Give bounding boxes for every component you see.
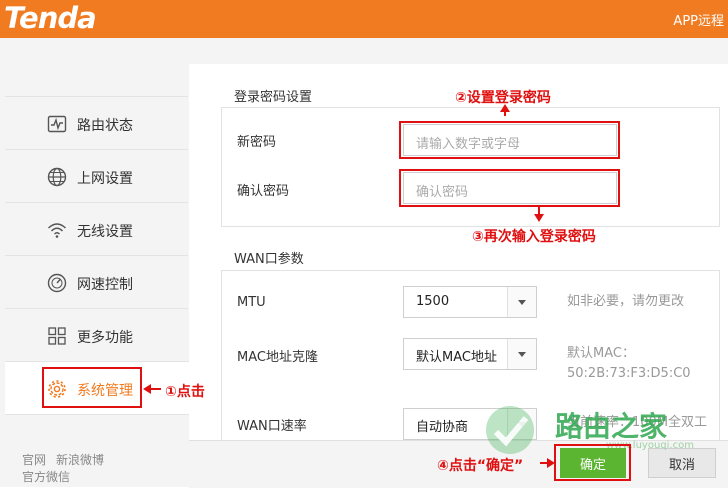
- highlight-confirm-button: [554, 444, 631, 481]
- dropdown-arrow-icon: [507, 339, 536, 369]
- globe-icon: [47, 167, 67, 187]
- dropdown-arrow-icon: [507, 287, 536, 317]
- wan-speed-label: WAN口速率: [237, 419, 307, 434]
- official-site-link[interactable]: 官网: [22, 453, 46, 467]
- annotation-step3: ③再次输入登录密码: [472, 229, 596, 245]
- speedometer-icon: [47, 273, 67, 293]
- mtu-label: MTU: [237, 295, 266, 310]
- mac-clone-label: MAC地址克隆: [237, 350, 318, 365]
- sidebar-item-label: 更多功能: [77, 330, 133, 346]
- mtu-select[interactable]: 1500: [403, 286, 537, 318]
- sidebar-item-wireless[interactable]: 无线设置: [5, 202, 188, 255]
- wifi-icon: [47, 223, 67, 238]
- login-password-section-title: 登录密码设置: [234, 90, 313, 105]
- dropdown-arrow-icon: [507, 409, 536, 439]
- sidebar-footer-links: 官网 新浪微博 官方微信: [22, 452, 114, 486]
- sidebar-item-label: 路由状态: [77, 118, 133, 134]
- sidebar-item-router-status[interactable]: 路由状态: [5, 96, 188, 149]
- default-mac-prefix: 默认MAC：: [567, 346, 635, 361]
- grid-icon: [48, 327, 66, 345]
- sidebar-item-label: 上网设置: [77, 171, 133, 187]
- pulse-monitor-icon: [47, 115, 67, 133]
- cancel-button[interactable]: 取消: [648, 448, 716, 478]
- highlight-new-password: [399, 121, 620, 159]
- annotation-step2: ②设置登录密码: [455, 90, 551, 106]
- app-remote-link[interactable]: APP远程: [673, 10, 724, 29]
- mac-clone-value: 默认MAC地址: [416, 350, 497, 365]
- sidebar-item-label: 网速控制: [77, 277, 133, 293]
- default-mac-value: 50:2B:73:F3:D5:C0: [567, 366, 691, 381]
- wechat-link[interactable]: 官方微信: [22, 470, 70, 484]
- watermark-text: 路由之家: [555, 410, 668, 443]
- sidebar-item-more-features[interactable]: 更多功能: [5, 308, 188, 361]
- mac-clone-select[interactable]: 默认MAC地址: [403, 338, 537, 370]
- confirm-password-label: 确认密码: [237, 184, 290, 199]
- mtu-hint: 如非必要，请勿更改: [567, 294, 685, 309]
- wan-speed-select[interactable]: 自动协商: [403, 408, 537, 440]
- weibo-link[interactable]: 新浪微博: [56, 453, 104, 467]
- wan-section-title: WAN口参数: [234, 252, 304, 267]
- new-password-label: 新密码: [237, 135, 277, 150]
- sidebar-item-speed-control[interactable]: 网速控制: [5, 255, 188, 308]
- highlight-system-management: [42, 367, 142, 408]
- annotation-step4: ④点击“确定”: [437, 458, 524, 474]
- sidebar-item-label: 无线设置: [77, 224, 133, 240]
- top-bar: Tenda APP远程: [0, 0, 728, 38]
- tenda-logo: Tenda: [4, 1, 97, 35]
- highlight-confirm-password: [399, 169, 620, 207]
- annotation-step1: ①点击: [165, 384, 205, 400]
- mtu-value: 1500: [416, 294, 450, 309]
- wan-speed-value: 自动协商: [416, 420, 469, 435]
- sidebar-item-internet-settings[interactable]: 上网设置: [5, 149, 188, 202]
- default-mac-hint: 默认MAC： 50:2B:73:F3:D5:C0: [567, 344, 691, 384]
